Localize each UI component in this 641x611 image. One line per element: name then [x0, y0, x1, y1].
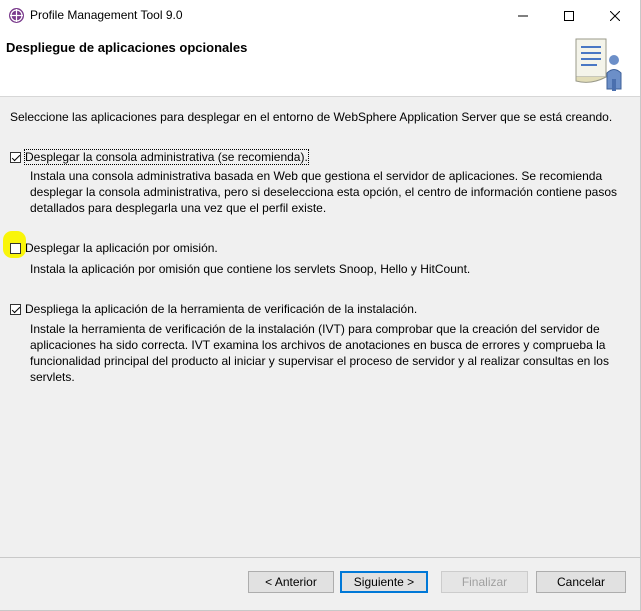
minimize-button[interactable]: [500, 0, 546, 31]
admin-console-description: Instala una consola administrativa basad…: [30, 168, 620, 216]
option-default-app[interactable]: Desplegar la aplicación por omisión.: [10, 241, 218, 255]
description-line: desplegar la consola administrativa, per…: [30, 185, 618, 199]
ivt-label[interactable]: Despliega la aplicación de la herramient…: [25, 302, 417, 316]
wizard-header: Despliegue de aplicaciones opcionales: [0, 31, 640, 97]
default-app-description: Instala la aplicación por omisión que co…: [30, 261, 620, 277]
finish-button[interactable]: Finalizar: [441, 571, 528, 593]
description-line: Instala la aplicación por omisión que co…: [30, 262, 471, 276]
title-bar[interactable]: Profile Management Tool 9.0: [0, 0, 640, 31]
admin-console-checkbox[interactable]: [10, 151, 21, 163]
close-button[interactable]: [592, 0, 638, 31]
option-admin-console[interactable]: Desplegar la consola administrativa (se …: [10, 149, 309, 165]
admin-console-label[interactable]: Desplegar la consola administrativa (se …: [24, 149, 309, 165]
default-app-checkbox[interactable]: [10, 242, 21, 254]
description-line: detallados para desplegarla una vez que …: [30, 201, 327, 215]
cancel-button[interactable]: Cancelar: [536, 571, 626, 593]
profile-management-window: Profile Management Tool 9.0 Despliegue d…: [0, 0, 641, 611]
back-button[interactable]: < Anterior: [248, 571, 334, 593]
maximize-button[interactable]: [546, 0, 592, 31]
profile-document-user-icon: [575, 38, 622, 91]
intro-text: Seleccione las aplicaciones para despleg…: [10, 110, 613, 124]
maximize-icon: [564, 10, 574, 21]
websphere-globe-icon: [9, 8, 24, 23]
close-icon: [610, 10, 620, 21]
default-app-label[interactable]: Desplegar la aplicación por omisión.: [25, 241, 218, 255]
wizard-content: Seleccione las aplicaciones para despleg…: [0, 97, 640, 558]
next-button[interactable]: Siguiente >: [340, 571, 428, 593]
option-ivt[interactable]: Despliega la aplicación de la herramient…: [10, 302, 417, 316]
description-line: servlets.: [30, 370, 75, 384]
description-line: Instala una consola administrativa basad…: [30, 169, 603, 183]
minimize-icon: [518, 15, 528, 16]
window-title: Profile Management Tool 9.0: [30, 8, 183, 22]
ivt-checkbox[interactable]: [10, 303, 21, 315]
description-line: Instale la herramienta de verificación d…: [30, 322, 600, 336]
ivt-description: Instale la herramienta de verificación d…: [30, 321, 620, 385]
page-title: Despliegue de aplicaciones opcionales: [6, 40, 248, 55]
description-line: aplicaciones ha sido correcta. IVT exami…: [30, 338, 606, 352]
description-line: funcionalidad principal del producto al …: [30, 354, 609, 368]
